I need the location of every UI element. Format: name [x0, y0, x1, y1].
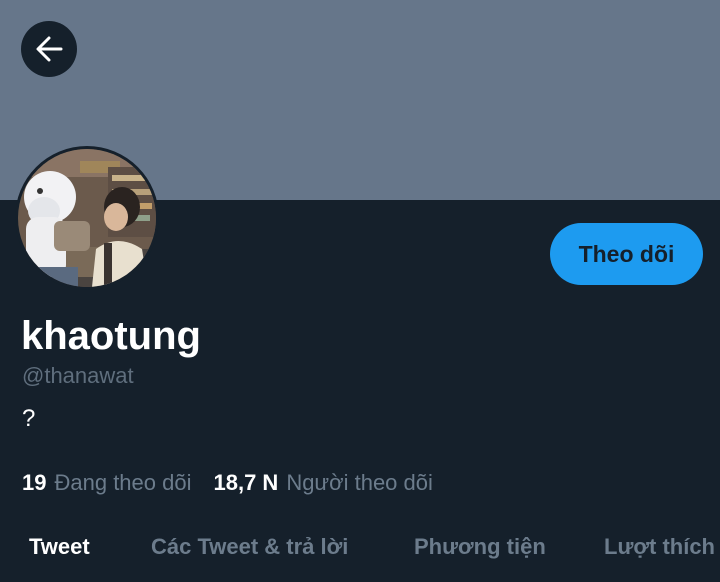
following-count: 19	[22, 470, 47, 495]
followers-count: 18,7 N	[213, 470, 279, 495]
tab-tweets-replies[interactable]: Các Tweet & trả lời	[151, 534, 348, 560]
profile-tabs: Tweet Các Tweet & trả lời Phương tiện Lư…	[0, 520, 720, 582]
follow-stats: 19 Đang theo dõi 18,7 N Người theo dõi	[22, 470, 433, 496]
profile-bio: ?	[22, 405, 36, 432]
tab-tweets[interactable]: Tweet	[29, 534, 90, 560]
followers-link[interactable]: 18,7 N Người theo dõi	[213, 470, 432, 496]
following-link[interactable]: 19 Đang theo dõi	[22, 470, 191, 496]
display-name: khaotung	[21, 314, 201, 358]
user-handle: @thanawat	[22, 363, 134, 388]
followers-label: Người theo dõi	[286, 470, 433, 495]
back-button[interactable]	[21, 21, 77, 77]
following-label: Đang theo dõi	[54, 470, 192, 495]
avatar[interactable]	[15, 146, 159, 290]
arrow-left-icon	[36, 36, 63, 62]
profile-photo	[18, 149, 156, 287]
tab-media[interactable]: Phương tiện	[414, 534, 546, 560]
follow-button[interactable]: Theo dõi	[550, 223, 703, 285]
tab-likes[interactable]: Lượt thích	[604, 534, 715, 560]
